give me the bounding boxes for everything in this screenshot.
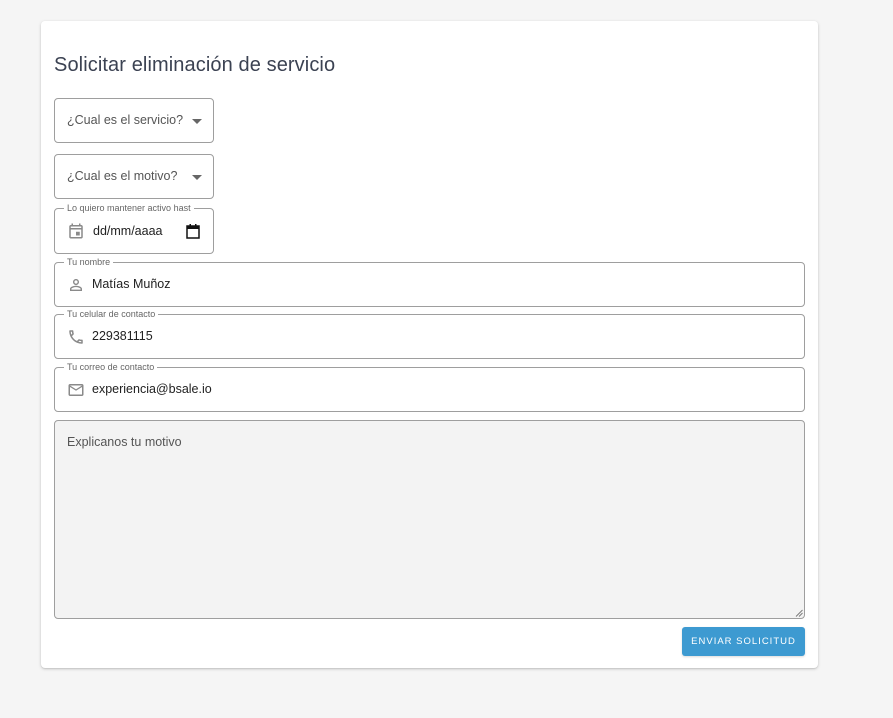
phone-field[interactable]: Tu celular de contacto 229381115 xyxy=(54,308,805,359)
explanation-textarea[interactable]: Explicanos tu motivo xyxy=(54,420,805,619)
dropdown-arrow-icon xyxy=(192,119,202,124)
person-icon xyxy=(67,276,85,294)
name-field[interactable]: Tu nombre Matías Muñoz xyxy=(54,256,805,307)
keep-active-date-field[interactable]: Lo quiero mantener activo hast dd/mm/aaa… xyxy=(54,202,214,254)
phone-icon xyxy=(67,328,85,346)
explanation-placeholder: Explicanos tu motivo xyxy=(67,435,182,449)
email-field-label: Tu correo de contacto xyxy=(64,361,158,373)
keep-active-date-label: Lo quiero mantener activo hast xyxy=(64,202,194,214)
service-select[interactable]: ¿Cual es el servicio? xyxy=(54,98,214,143)
calendar-icon[interactable] xyxy=(186,223,200,239)
email-field-value: experiencia@bsale.io xyxy=(92,382,212,396)
keep-active-date-value[interactable]: dd/mm/aaaa xyxy=(93,224,163,238)
phone-field-value: 229381115 xyxy=(92,329,153,343)
name-field-label: Tu nombre xyxy=(64,256,114,268)
reason-select-value: ¿Cual es el motivo? xyxy=(67,169,178,183)
request-form-card: Solicitar eliminación de servicio ¿Cual … xyxy=(41,21,818,668)
phone-field-label: Tu celular de contacto xyxy=(64,308,159,320)
email-field[interactable]: Tu correo de contacto experiencia@bsale.… xyxy=(54,361,805,412)
submit-request-button[interactable]: ENVIAR SOLICITUD xyxy=(682,627,805,656)
mail-icon xyxy=(67,381,85,399)
event-icon xyxy=(67,222,85,240)
dropdown-arrow-icon xyxy=(192,175,202,180)
page-title: Solicitar eliminación de servicio xyxy=(54,54,336,76)
name-field-value: Matías Muñoz xyxy=(92,277,171,291)
reason-select[interactable]: ¿Cual es el motivo? xyxy=(54,154,214,199)
resize-handle-icon[interactable] xyxy=(795,609,803,617)
service-select-value: ¿Cual es el servicio? xyxy=(67,113,184,127)
